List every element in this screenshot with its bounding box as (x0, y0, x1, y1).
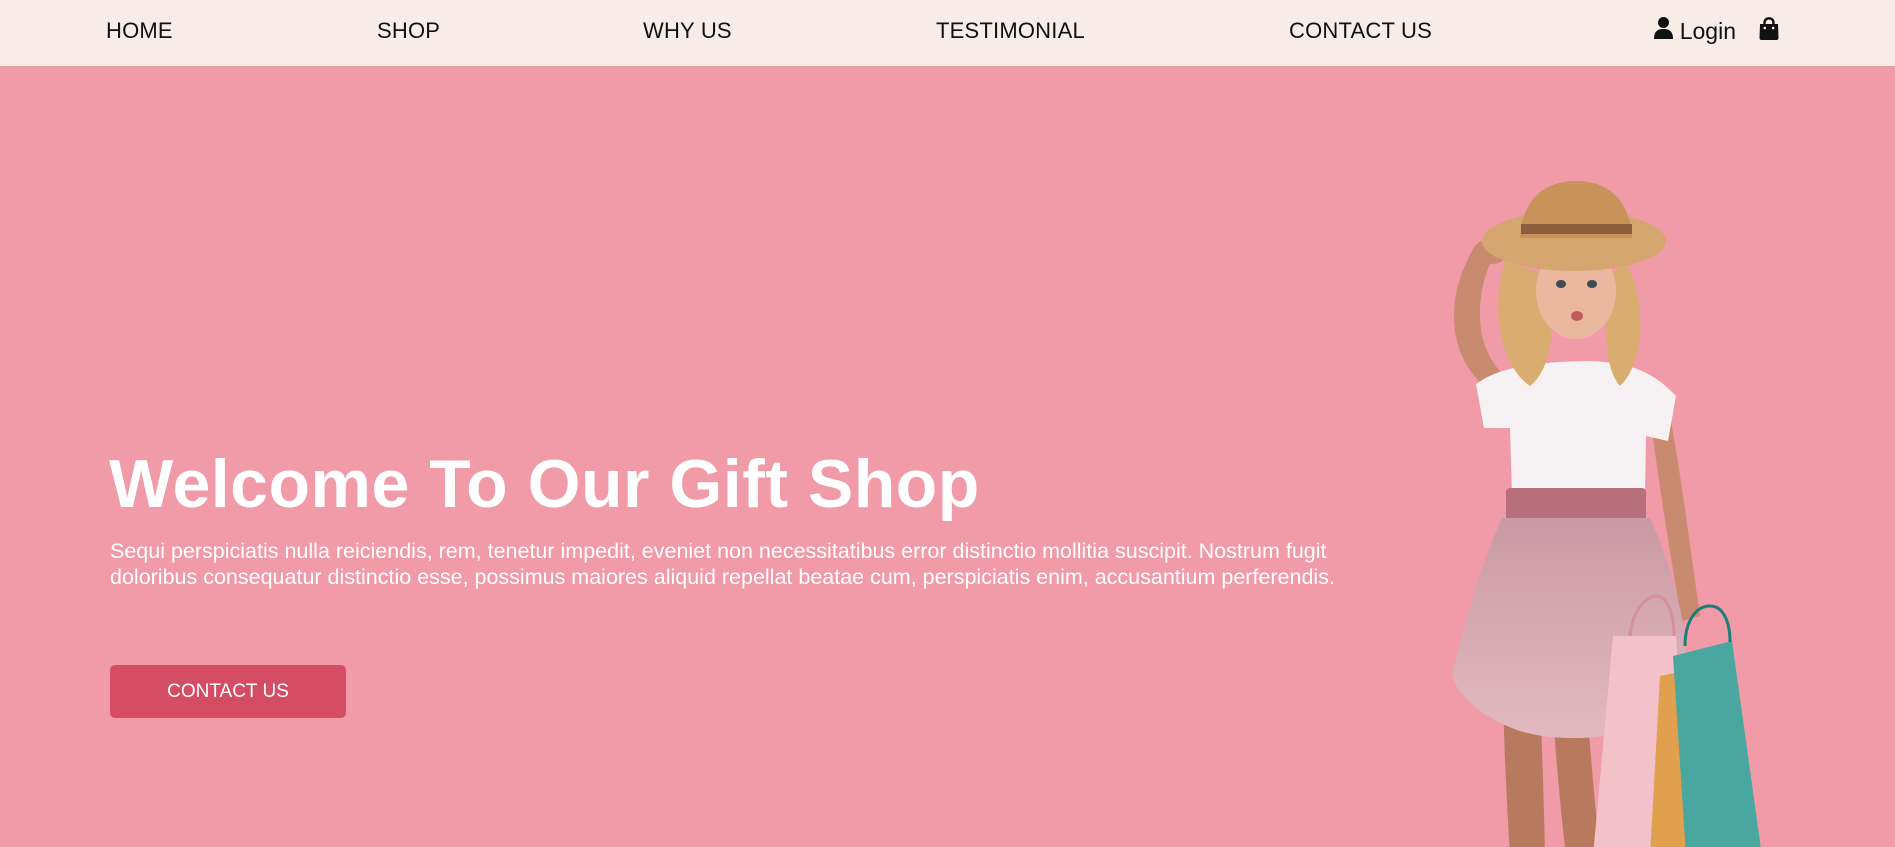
hero-title: Welcome To Our Gift Shop (109, 446, 980, 522)
nav-contact-us[interactable]: CONTACT US (1289, 18, 1432, 44)
shopping-bag-icon (1758, 16, 1780, 46)
hero-section: Welcome To Our Gift Shop Sequi perspicia… (0, 66, 1895, 847)
login-link[interactable]: Login (1653, 16, 1736, 46)
cart-button[interactable] (1758, 16, 1780, 46)
contact-us-button[interactable]: CONTACT US (110, 665, 346, 718)
nav-why-us[interactable]: WHY US (643, 18, 732, 44)
login-label: Login (1679, 17, 1736, 44)
navbar: HOME SHOP WHY US TESTIMONIAL CONTACT US … (0, 0, 1895, 66)
nav-home[interactable]: HOME (106, 18, 173, 44)
nav-shop[interactable]: SHOP (377, 18, 440, 44)
nav-actions: Login (1653, 16, 1780, 46)
hero-description: Sequi perspiciatis nulla reiciendis, rem… (110, 539, 1335, 589)
hero-image (1452, 181, 1761, 847)
nav-testimonial[interactable]: TESTIMONIAL (936, 18, 1085, 44)
user-icon (1653, 16, 1674, 46)
